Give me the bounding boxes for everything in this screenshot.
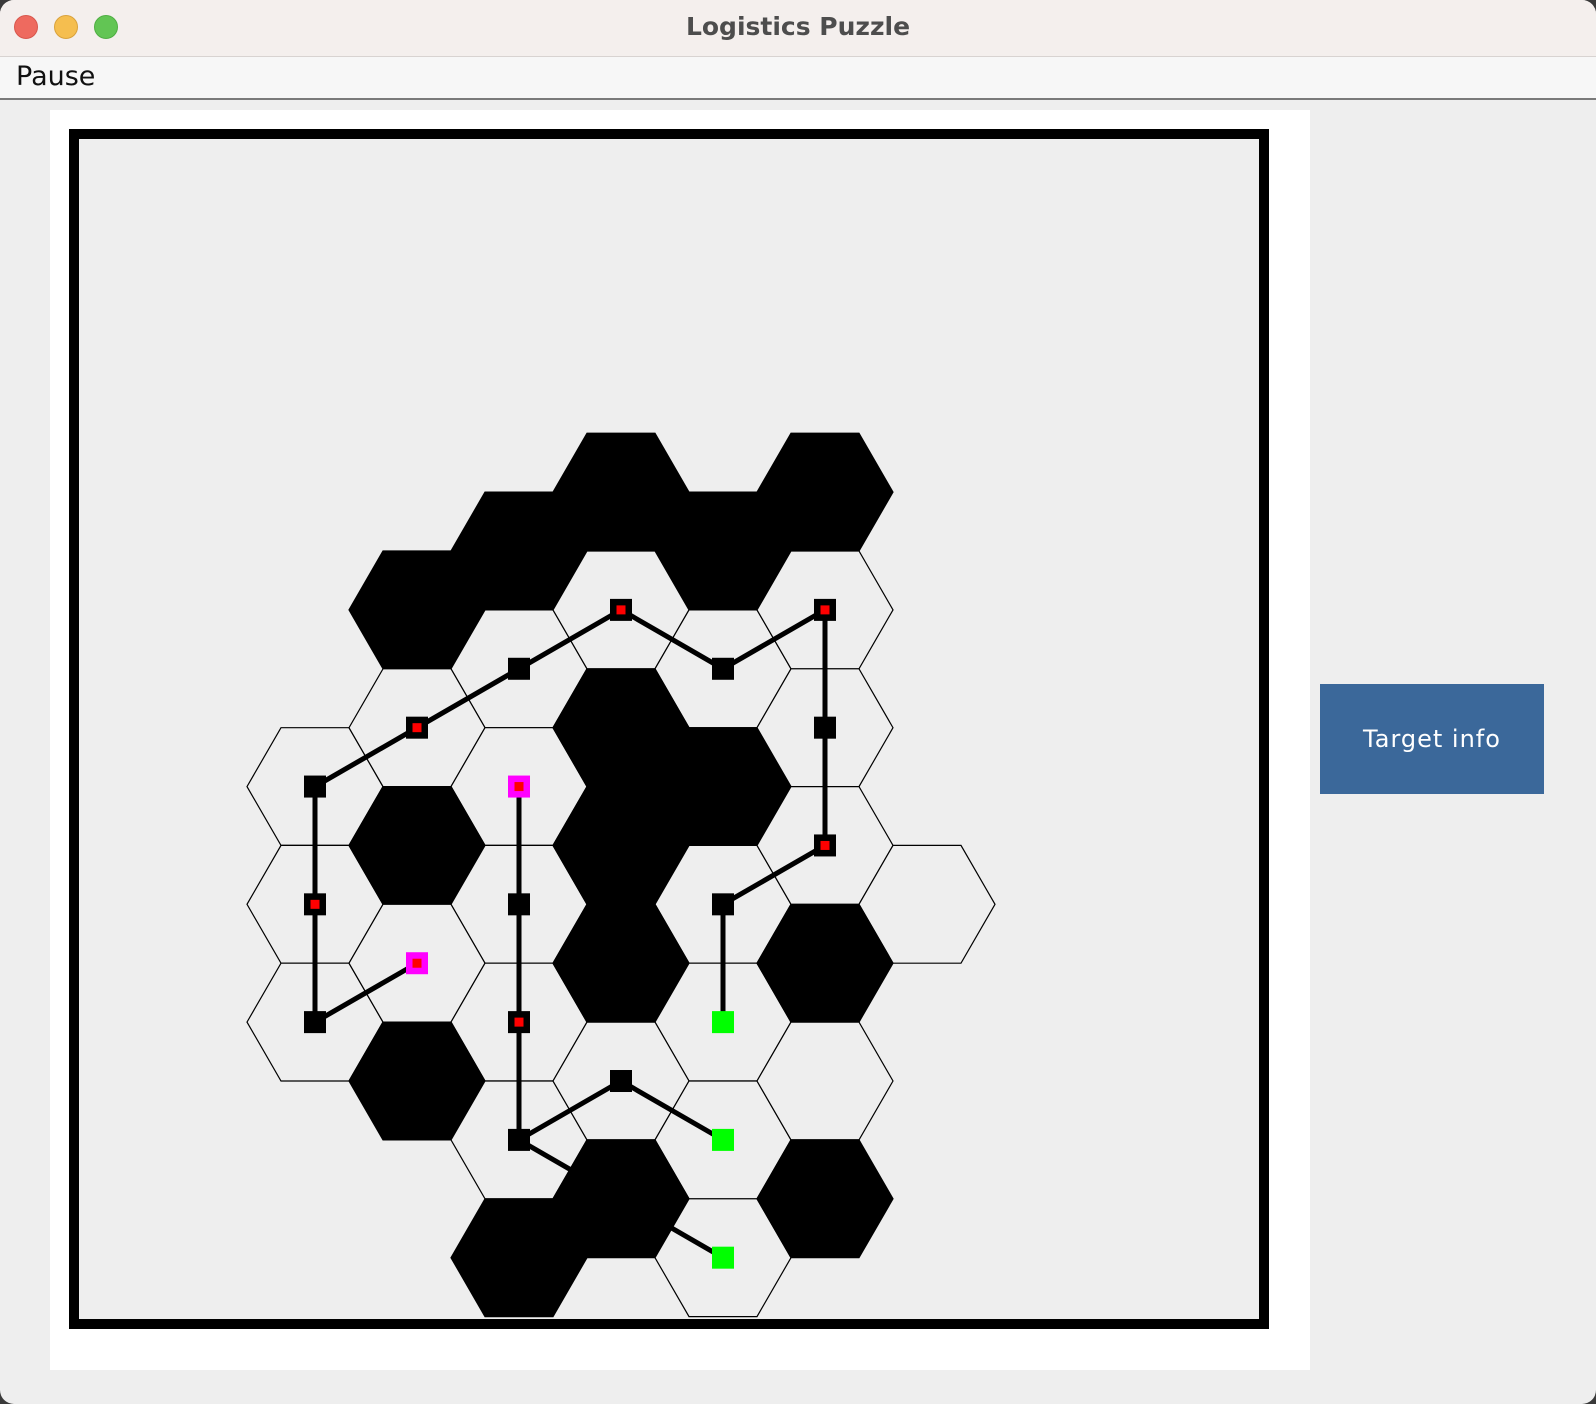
title-bar: Logistics Puzzle	[0, 0, 1596, 57]
node-marker	[514, 1017, 524, 1027]
menu-bar: Pause	[0, 57, 1596, 100]
node-marker	[412, 958, 422, 968]
app-window: Logistics Puzzle Pause Target info	[0, 0, 1596, 1404]
node-junction[interactable]	[304, 775, 326, 798]
node-junction[interactable]	[304, 1011, 326, 1034]
node-marker	[616, 605, 626, 615]
node-target[interactable]	[712, 1011, 734, 1034]
node-marker	[310, 899, 320, 909]
node-target[interactable]	[712, 1246, 734, 1269]
node-junction[interactable]	[610, 1070, 632, 1093]
node-marker	[820, 605, 830, 615]
menu-item-pause[interactable]: Pause	[16, 61, 95, 92]
node-junction[interactable]	[712, 657, 734, 680]
node-junction[interactable]	[508, 657, 530, 680]
window-title: Logistics Puzzle	[685, 12, 911, 41]
game-board[interactable]	[50, 110, 1310, 1370]
node-junction[interactable]	[712, 893, 734, 916]
game-board-panel	[50, 110, 1310, 1370]
node-target[interactable]	[712, 1128, 734, 1151]
node-marker	[412, 723, 422, 733]
target-info-button[interactable]: Target info	[1320, 684, 1544, 794]
node-junction[interactable]	[508, 1128, 530, 1151]
node-junction[interactable]	[508, 893, 530, 916]
node-marker	[820, 840, 830, 850]
node-junction[interactable]	[814, 716, 836, 739]
node-marker	[514, 782, 524, 792]
